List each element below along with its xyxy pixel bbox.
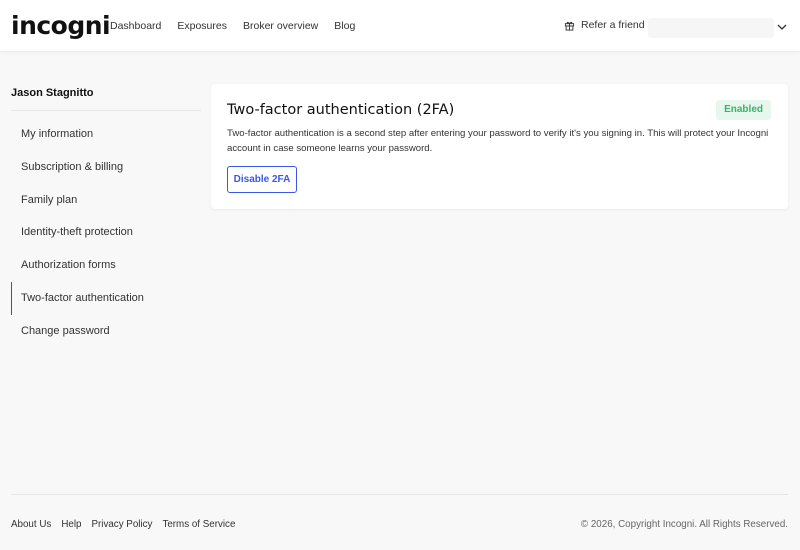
sidebar-item-subscription-billing[interactable]: Subscription & billing [11,151,201,184]
nav-blog[interactable]: Blog [334,20,355,32]
chevron-down-icon[interactable] [776,21,788,33]
footer-links: About Us Help Privacy Policy Terms of Se… [11,519,235,530]
sidebar-item-identity-theft-protection[interactable]: Identity-theft protection [11,216,201,249]
refer-label: Refer a friend [581,19,645,31]
two-factor-card: Two-factor authentication (2FA) Enabled … [211,84,788,209]
incogni-logo[interactable]: incogni [11,11,111,41]
settings-menu: My information Subscription & billing Fa… [11,118,201,348]
sidebar-item-family-plan[interactable]: Family plan [11,184,201,217]
main-nav: Dashboard Exposures Broker overview Blog [110,20,355,32]
footer-link-about-us[interactable]: About Us [11,519,51,530]
card-title: Two-factor authentication (2FA) [227,102,455,118]
gift-icon [564,21,575,31]
top-navigation-bar: incogni Dashboard Exposures Broker overv… [0,0,800,52]
nav-broker-overview[interactable]: Broker overview [243,20,318,32]
sidebar-item-my-information[interactable]: My information [11,118,201,151]
settings-sidebar: Jason Stagnitto My information Subscript… [11,86,201,348]
refer-a-friend-link[interactable]: Refer a friend [564,19,645,31]
footer-link-privacy-policy[interactable]: Privacy Policy [91,519,152,530]
sidebar-item-change-password[interactable]: Change password [11,315,201,348]
disable-2fa-button[interactable]: Disable 2FA [227,166,297,193]
card-description: Two-factor authentication is a second st… [227,128,769,154]
account-selector[interactable] [648,18,774,38]
nav-dashboard[interactable]: Dashboard [110,20,161,32]
sidebar-item-authorization-forms[interactable]: Authorization forms [11,249,201,282]
footer-link-terms-of-service[interactable]: Terms of Service [162,519,235,530]
status-badge: Enabled [716,100,771,120]
nav-exposures[interactable]: Exposures [177,20,227,32]
copyright-text: © 2026, Copyright Incogni. All Rights Re… [580,519,788,530]
user-name: Jason Stagnitto [11,86,201,111]
sidebar-item-two-factor-authentication[interactable]: Two-factor authentication [11,281,201,315]
footer-divider [11,494,788,495]
footer-link-help[interactable]: Help [61,519,81,530]
